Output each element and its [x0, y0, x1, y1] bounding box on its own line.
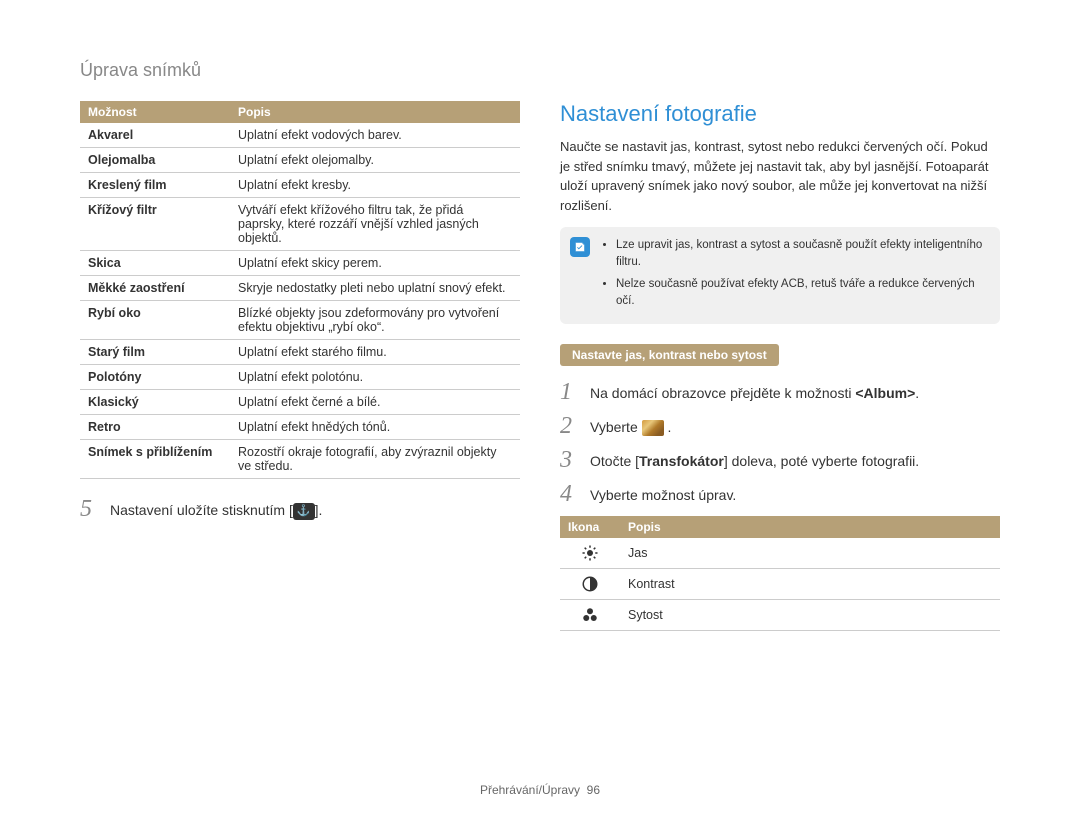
table-row: AkvarelUplatní efekt vodových barev. [80, 123, 520, 148]
table-row: OlejomalbaUplatní efekt olejomalby. [80, 148, 520, 173]
step-5: 5 Nastavení uložíte stisknutím [⚓]. [80, 497, 520, 521]
col-head-desc: Popis [230, 101, 520, 123]
note-box: Lze upravit jas, kontrast a sytost a sou… [560, 227, 1000, 324]
icon-desc: Sytost [620, 600, 1000, 631]
step-text: Otočte [Transfokátor] doleva, poté vyber… [590, 448, 919, 472]
table-row: KlasickýUplatní efekt černé a bílé. [80, 390, 520, 415]
subheading-pill: Nastavte jas, kontrast nebo sytost [560, 344, 779, 366]
option-name: Retro [80, 415, 230, 440]
step: 4 Vyberte možnost úprav. [560, 482, 1000, 506]
step-number: 1 [560, 380, 580, 404]
note-icon [570, 237, 590, 257]
left-column: Možnost Popis AkvarelUplatní efekt vodov… [80, 101, 520, 631]
option-desc: Blízké objekty jsou zdeformovány pro vyt… [230, 301, 520, 340]
option-desc: Uplatní efekt skicy perem. [230, 251, 520, 276]
step-text: Nastavení uložíte stisknutím [⚓]. [110, 497, 322, 521]
option-desc: Uplatní efekt polotónu. [230, 365, 520, 390]
option-name: Akvarel [80, 123, 230, 148]
option-name: Kreslený film [80, 173, 230, 198]
option-desc: Uplatní efekt kresby. [230, 173, 520, 198]
option-name: Měkké zaostření [80, 276, 230, 301]
option-desc: Uplatní efekt černé a bílé. [230, 390, 520, 415]
page-footer: Přehrávání/Úpravy 96 [0, 783, 1080, 797]
option-name: Snímek s přiblížením [80, 440, 230, 479]
step-number: 3 [560, 448, 580, 472]
step-number: 4 [560, 482, 580, 506]
option-name: Klasický [80, 390, 230, 415]
note-item: Lze upravit jas, kontrast a sytost a sou… [616, 237, 988, 272]
edit-icon [642, 420, 664, 436]
table-row: Snímek s přiblíženímRozostří okraje foto… [80, 440, 520, 479]
note-item: Nelze současně používat efekty ACB, retu… [616, 276, 988, 311]
col-head-icon: Ikona [560, 516, 620, 538]
icon-desc: Kontrast [620, 569, 1000, 600]
table-row: SkicaUplatní efekt skicy perem. [80, 251, 520, 276]
option-desc: Uplatní efekt starého filmu. [230, 340, 520, 365]
step: 2 Vyberte . [560, 414, 1000, 438]
contrast-icon [560, 569, 620, 600]
option-name: Křížový filtr [80, 198, 230, 251]
option-name: Olejomalba [80, 148, 230, 173]
table-row: Křížový filtrVytváří efekt křížového fil… [80, 198, 520, 251]
section-description: Naučte se nastavit jas, kontrast, sytost… [560, 137, 1000, 215]
right-column: Nastavení fotografie Naučte se nastavit … [560, 101, 1000, 631]
option-name: Polotóny [80, 365, 230, 390]
option-desc: Rozostří okraje fotografií, aby zvýrazni… [230, 440, 520, 479]
option-name: Starý film [80, 340, 230, 365]
table-row: Měkké zaostřeníSkryje nedostatky pleti n… [80, 276, 520, 301]
option-name: Skica [80, 251, 230, 276]
step: 1 Na domácí obrazovce přejděte k možnosti… [560, 380, 1000, 404]
step-number: 5 [80, 497, 100, 521]
col-head-desc2: Popis [620, 516, 1000, 538]
table-row: PolotónyUplatní efekt polotónu. [80, 365, 520, 390]
option-desc: Skryje nedostatky pleti nebo uplatní sno… [230, 276, 520, 301]
saturation-icon [560, 600, 620, 631]
step-text: Na domácí obrazovce přejděte k možnosti … [590, 380, 919, 404]
option-desc: Uplatní efekt vodových barev. [230, 123, 520, 148]
anchor-key-icon: ⚓ [293, 503, 315, 520]
col-head-option: Možnost [80, 101, 230, 123]
option-desc: Uplatní efekt hnědých tónů. [230, 415, 520, 440]
table-row: Kreslený filmUplatní efekt kresby. [80, 173, 520, 198]
table-row: Starý filmUplatní efekt starého filmu. [80, 340, 520, 365]
step-number: 2 [560, 414, 580, 438]
option-name: Rybí oko [80, 301, 230, 340]
section-heading: Nastavení fotografie [560, 101, 1000, 127]
option-desc: Vytváří efekt křížového filtru tak, že p… [230, 198, 520, 251]
page-title: Úprava snímků [80, 60, 1000, 81]
options-table: Možnost Popis AkvarelUplatní efekt vodov… [80, 101, 520, 479]
step-text: Vyberte . [590, 414, 671, 438]
icons-table: Ikona Popis JasKontrastSytost [560, 516, 1000, 631]
icon-desc: Jas [620, 538, 1000, 569]
table-row: Jas [560, 538, 1000, 569]
table-row: RetroUplatní efekt hnědých tónů. [80, 415, 520, 440]
step-text: Vyberte možnost úprav. [590, 482, 736, 506]
table-row: Rybí okoBlízké objekty jsou zdeformovány… [80, 301, 520, 340]
brightness-icon [560, 538, 620, 569]
table-row: Kontrast [560, 569, 1000, 600]
option-desc: Uplatní efekt olejomalby. [230, 148, 520, 173]
table-row: Sytost [560, 600, 1000, 631]
step: 3 Otočte [Transfokátor] doleva, poté vybe… [560, 448, 1000, 472]
